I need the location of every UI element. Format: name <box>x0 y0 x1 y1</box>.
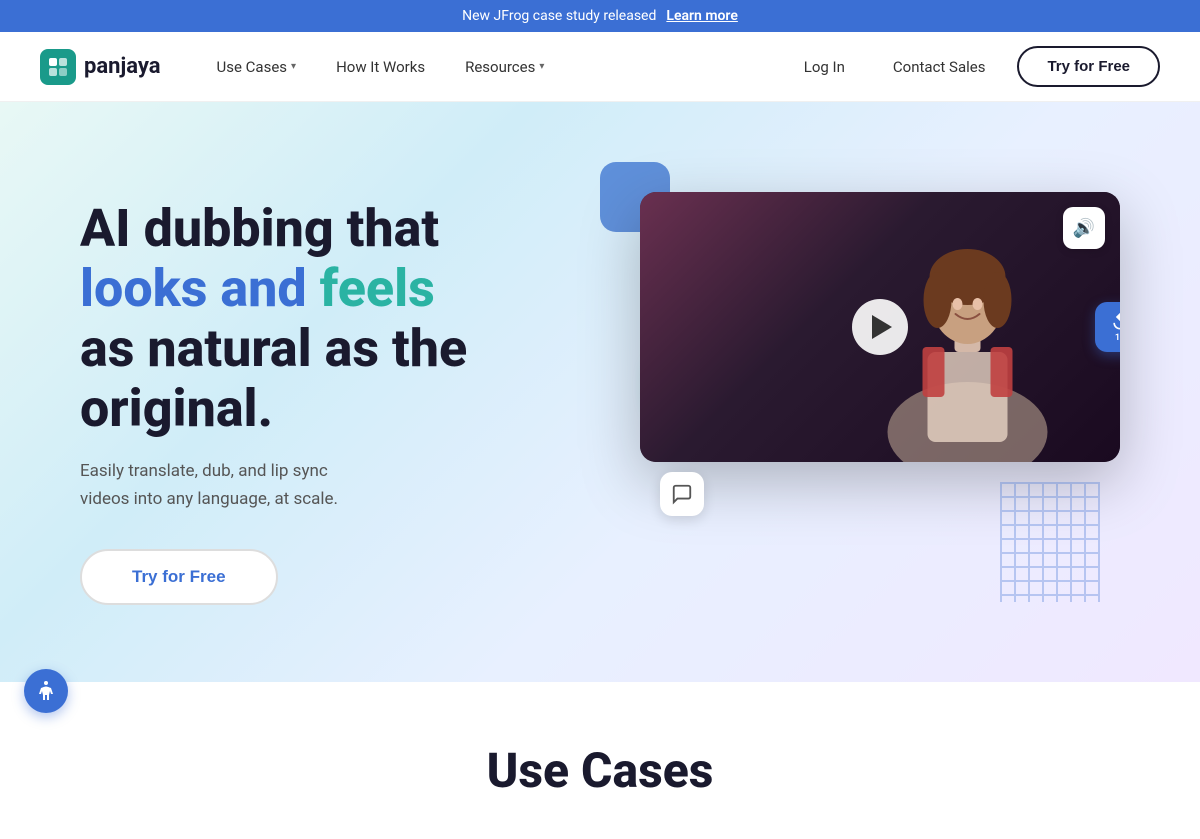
hero-try-free-button[interactable]: Try for Free <box>80 549 278 605</box>
video-card: 🔊 10 <box>640 192 1120 462</box>
play-button[interactable] <box>852 299 908 355</box>
chevron-down-icon-resources: ▾ <box>539 61 544 72</box>
hero-title-feels: feels <box>320 258 435 319</box>
nav-use-cases[interactable]: Use Cases ▾ <box>201 50 313 84</box>
navbar: panjaya Use Cases ▾ How It Works Resourc… <box>0 32 1200 102</box>
nav-right: Log In Contact Sales Try for Free <box>788 46 1160 87</box>
rewind-label: 10 <box>1115 333 1120 343</box>
logo-icon <box>40 49 76 85</box>
nav-resources[interactable]: Resources ▾ <box>449 50 560 84</box>
nav-try-free-button[interactable]: Try for Free <box>1017 46 1160 87</box>
hero-title-and: and <box>220 258 319 319</box>
announcement-text: New JFrog case study released <box>462 8 656 24</box>
accessibility-button[interactable] <box>24 669 68 713</box>
announcement-bar: New JFrog case study released Learn more <box>0 0 1200 32</box>
use-cases-section: Use Cases <box>0 682 1200 839</box>
logo-wordmark: panjaya <box>84 54 161 79</box>
nav-links: Use Cases ▾ How It Works Resources ▾ <box>201 50 788 84</box>
hero-section: AI dubbing that looks and feels as natur… <box>0 102 1200 682</box>
hero-title-looks: looks <box>80 258 220 319</box>
use-cases-title: Use Cases <box>40 742 1160 799</box>
video-background: 🔊 10 <box>640 192 1120 462</box>
volume-icon[interactable]: 🔊 <box>1063 207 1105 249</box>
contact-sales-link[interactable]: Contact Sales <box>877 50 1002 84</box>
hero-visual: 🔊 10 <box>540 172 1120 632</box>
nav-how-it-works[interactable]: How It Works <box>320 50 441 84</box>
chat-icon[interactable] <box>660 472 704 516</box>
grid-decoration <box>1000 482 1100 602</box>
hero-subtitle: Easily translate, dub, and lip syncvideo… <box>80 458 420 512</box>
rewind-icon[interactable]: 10 <box>1095 302 1120 352</box>
hero-title: AI dubbing that looks and feels as natur… <box>80 199 540 438</box>
login-link[interactable]: Log In <box>788 50 861 84</box>
hero-content: AI dubbing that looks and feels as natur… <box>80 199 540 605</box>
logo[interactable]: panjaya <box>40 49 161 85</box>
announcement-link[interactable]: Learn more <box>666 8 737 24</box>
chevron-down-icon: ▾ <box>291 61 296 72</box>
